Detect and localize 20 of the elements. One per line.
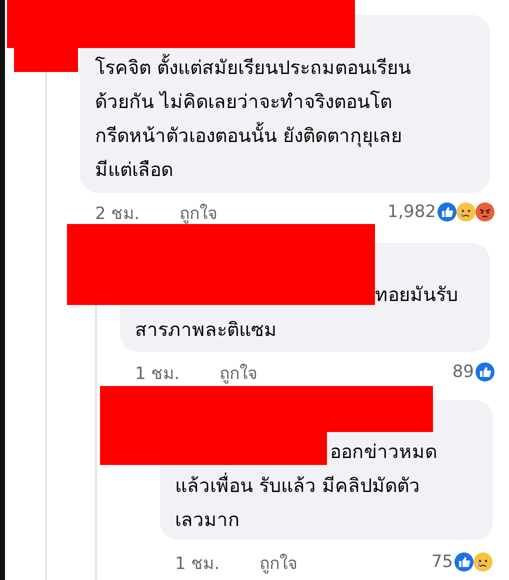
sad-face-icon — [473, 552, 493, 572]
like-link[interactable]: ถูกใจ — [260, 548, 298, 576]
like-link[interactable]: ถูกใจ — [180, 198, 218, 226]
thumbs-up-icon — [475, 362, 495, 382]
reaction-count: 1,982 — [387, 202, 436, 222]
angry-face-icon — [475, 202, 495, 222]
comment-time: 2 ชม. — [95, 202, 140, 226]
comment-time: 1 ชม. — [175, 552, 220, 576]
like-link[interactable]: ถูกใจ — [220, 358, 258, 386]
comment-text: แล้วเพื่อน รับแล้ว มีคลิปมัดตัว เลวมาก — [175, 469, 478, 537]
comment-text: โรคจิต ตั้งแต่สมัยเรียนประถมตอนเรียน ด้วยกัน ไม่คิดเลยว่าจะทำจริงตอนโต กรีดหน้าตัวเองตอนนั้น ยังติดตากุยุเลย มีแต่เลือด — [95, 51, 475, 187]
sad-face-icon — [456, 202, 476, 222]
comment-text: ออกข่าวหมด — [330, 440, 437, 465]
comment-text: ทอยมันรับ — [375, 283, 458, 308]
thumbs-up-icon — [454, 552, 474, 572]
comment-time: 1 ชม. — [135, 362, 180, 386]
reaction-count: 89 — [452, 362, 474, 382]
reaction-count: 75 — [431, 552, 453, 572]
thumbs-up-icon — [437, 202, 457, 222]
comment-text: สารภาพละติแซม — [135, 318, 278, 343]
